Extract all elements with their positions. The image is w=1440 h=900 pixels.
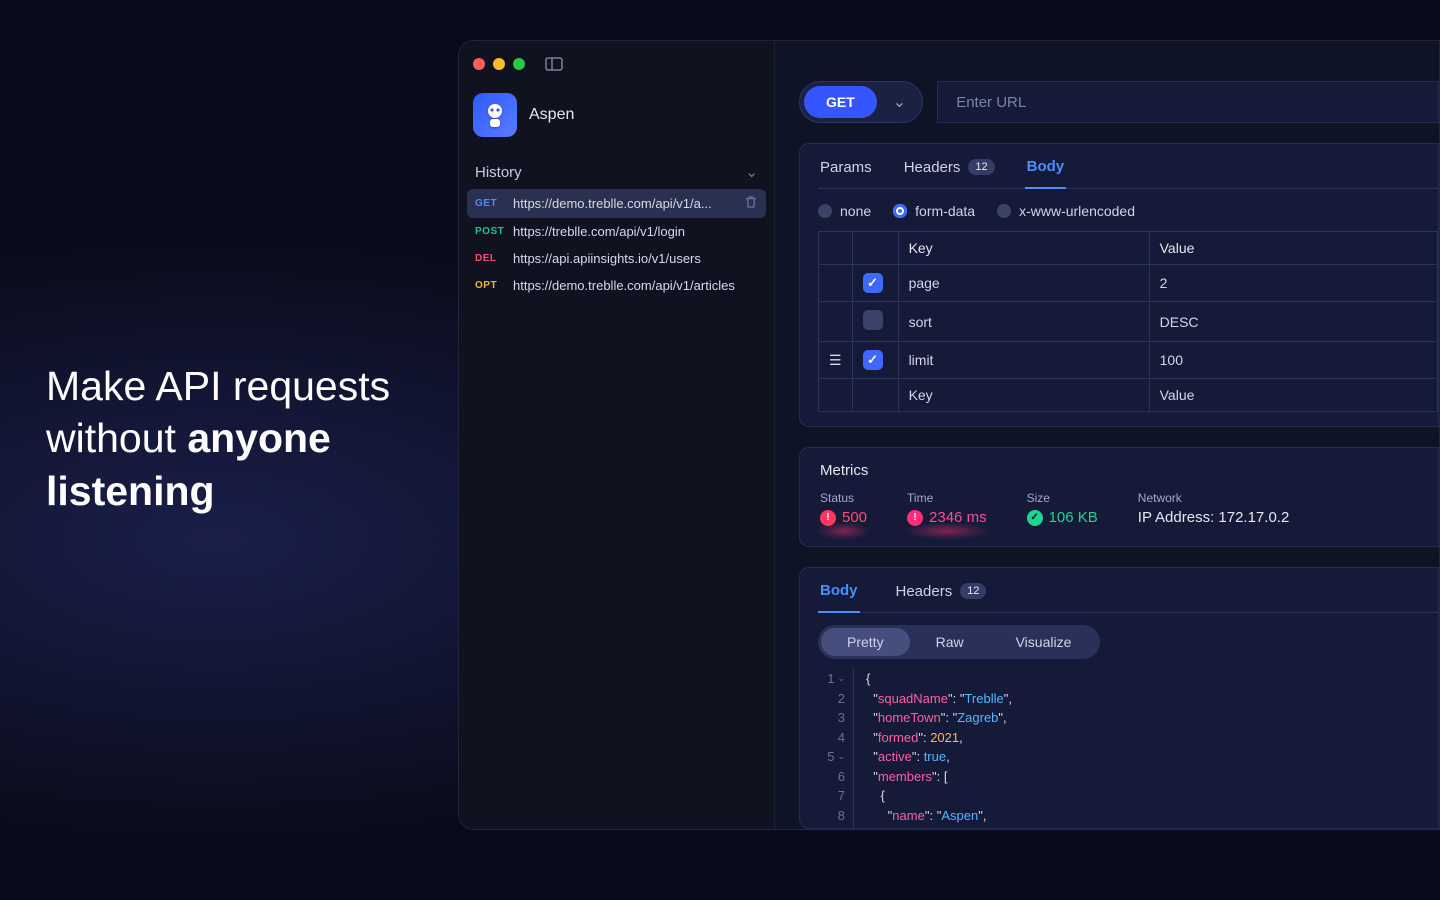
url-input[interactable]: Enter URL bbox=[937, 81, 1439, 123]
key-cell[interactable]: page bbox=[898, 265, 1149, 302]
chevron-down-icon: ⌄ bbox=[745, 163, 758, 181]
view-pretty[interactable]: Pretty bbox=[821, 628, 910, 656]
history-url: https://demo.treblle.com/api/v1/articles bbox=[513, 278, 758, 293]
table-row-new[interactable]: KeyValue bbox=[819, 379, 1438, 412]
history-header[interactable]: History ⌄ bbox=[459, 155, 774, 189]
history-item[interactable]: OPT https://demo.treblle.com/api/v1/arti… bbox=[467, 272, 766, 299]
response-view-segmented: Pretty Raw Visualize bbox=[818, 625, 1100, 659]
history-url: https://api.apiinsights.io/v1/users bbox=[513, 251, 758, 266]
minimize-icon[interactable] bbox=[493, 58, 505, 70]
column-value: Value bbox=[1149, 232, 1437, 265]
key-cell[interactable]: sort bbox=[898, 302, 1149, 342]
status-value: 500 bbox=[842, 509, 867, 526]
metrics-title: Metrics bbox=[818, 462, 1438, 491]
row-checkbox[interactable] bbox=[863, 350, 883, 370]
request-bar: GET ⌄ Enter URL bbox=[799, 81, 1439, 123]
table-row[interactable]: ☰ limit 100 bbox=[819, 342, 1438, 379]
app-name: Aspen bbox=[529, 106, 574, 124]
key-cell[interactable]: limit bbox=[898, 342, 1149, 379]
tab-params[interactable]: Params bbox=[818, 158, 874, 188]
history-list: GET https://demo.treblle.com/api/v1/a...… bbox=[459, 189, 774, 299]
method-badge: GET bbox=[475, 198, 505, 209]
method-badge: OPT bbox=[475, 280, 505, 291]
value-cell[interactable]: 100 bbox=[1149, 342, 1437, 379]
form-data-table: Key Value page 2 sort DESC☰ limit 100Key… bbox=[818, 231, 1438, 412]
size-value: 106 KB bbox=[1049, 509, 1098, 526]
trash-icon[interactable] bbox=[744, 195, 758, 212]
history-item[interactable]: GET https://demo.treblle.com/api/v1/a... bbox=[467, 189, 766, 218]
resp-tab-headers[interactable]: Headers12 bbox=[894, 582, 989, 612]
drag-handle-icon[interactable]: ☰ bbox=[829, 352, 842, 368]
toggle-sidebar-icon[interactable] bbox=[545, 57, 563, 71]
request-panel: Params Headers12 Body none form-data x-w… bbox=[799, 143, 1439, 427]
response-body-json[interactable]: 1⌄2345⌄67891011 { "squadName": "Treblle"… bbox=[818, 669, 1438, 829]
sidebar: Aspen History ⌄ GET https://demo.treblle… bbox=[459, 41, 775, 829]
body-type-urlencoded[interactable]: x-www-urlencoded bbox=[997, 203, 1135, 219]
time-warn-icon: ! bbox=[907, 510, 923, 526]
value-cell[interactable]: DESC bbox=[1149, 302, 1437, 342]
method-badge: DEL bbox=[475, 253, 505, 264]
tab-headers[interactable]: Headers12 bbox=[902, 158, 997, 188]
body-type-none[interactable]: none bbox=[818, 203, 871, 219]
metrics-panel: Metrics Status!500 Time!2346 ms Size✓106… bbox=[799, 447, 1439, 547]
table-row[interactable]: page 2 bbox=[819, 265, 1438, 302]
app-identity: Aspen bbox=[459, 81, 774, 155]
chevron-down-icon: ⌄ bbox=[883, 92, 916, 112]
view-visualize[interactable]: Visualize bbox=[990, 628, 1098, 656]
time-value: 2346 ms bbox=[929, 509, 987, 526]
table-row[interactable]: sort DESC bbox=[819, 302, 1438, 342]
method-badge: POST bbox=[475, 226, 505, 237]
app-window: Aspen History ⌄ GET https://demo.treblle… bbox=[458, 40, 1440, 830]
close-icon[interactable] bbox=[473, 58, 485, 70]
marketing-headline: Make API requests without anyone listeni… bbox=[46, 360, 390, 517]
response-panel: Body Headers12 Pretty Raw Visualize 1⌄23… bbox=[799, 567, 1439, 829]
network-value: IP Address: 172.17.0.2 bbox=[1138, 509, 1290, 526]
window-controls bbox=[459, 41, 774, 81]
history-url: https://treblle.com/api/v1/login bbox=[513, 224, 758, 239]
maximize-icon[interactable] bbox=[513, 58, 525, 70]
status-error-icon: ! bbox=[820, 510, 836, 526]
history-item[interactable]: DEL https://api.apiinsights.io/v1/users bbox=[467, 245, 766, 272]
value-cell[interactable]: 2 bbox=[1149, 265, 1437, 302]
column-key: Key bbox=[898, 232, 1149, 265]
method-select[interactable]: GET ⌄ bbox=[799, 81, 923, 123]
size-ok-icon: ✓ bbox=[1027, 510, 1043, 526]
row-checkbox[interactable] bbox=[863, 273, 883, 293]
view-raw[interactable]: Raw bbox=[910, 628, 990, 656]
history-item[interactable]: POST https://treblle.com/api/v1/login bbox=[467, 218, 766, 245]
app-logo-icon bbox=[473, 93, 517, 137]
history-url: https://demo.treblle.com/api/v1/a... bbox=[513, 196, 736, 211]
resp-tab-body[interactable]: Body bbox=[818, 582, 860, 613]
row-checkbox[interactable] bbox=[863, 310, 883, 330]
body-type-form-data[interactable]: form-data bbox=[893, 203, 975, 219]
main-pane: GET ⌄ Enter URL Params Headers12 Body no… bbox=[775, 41, 1439, 829]
tab-body[interactable]: Body bbox=[1025, 158, 1067, 189]
